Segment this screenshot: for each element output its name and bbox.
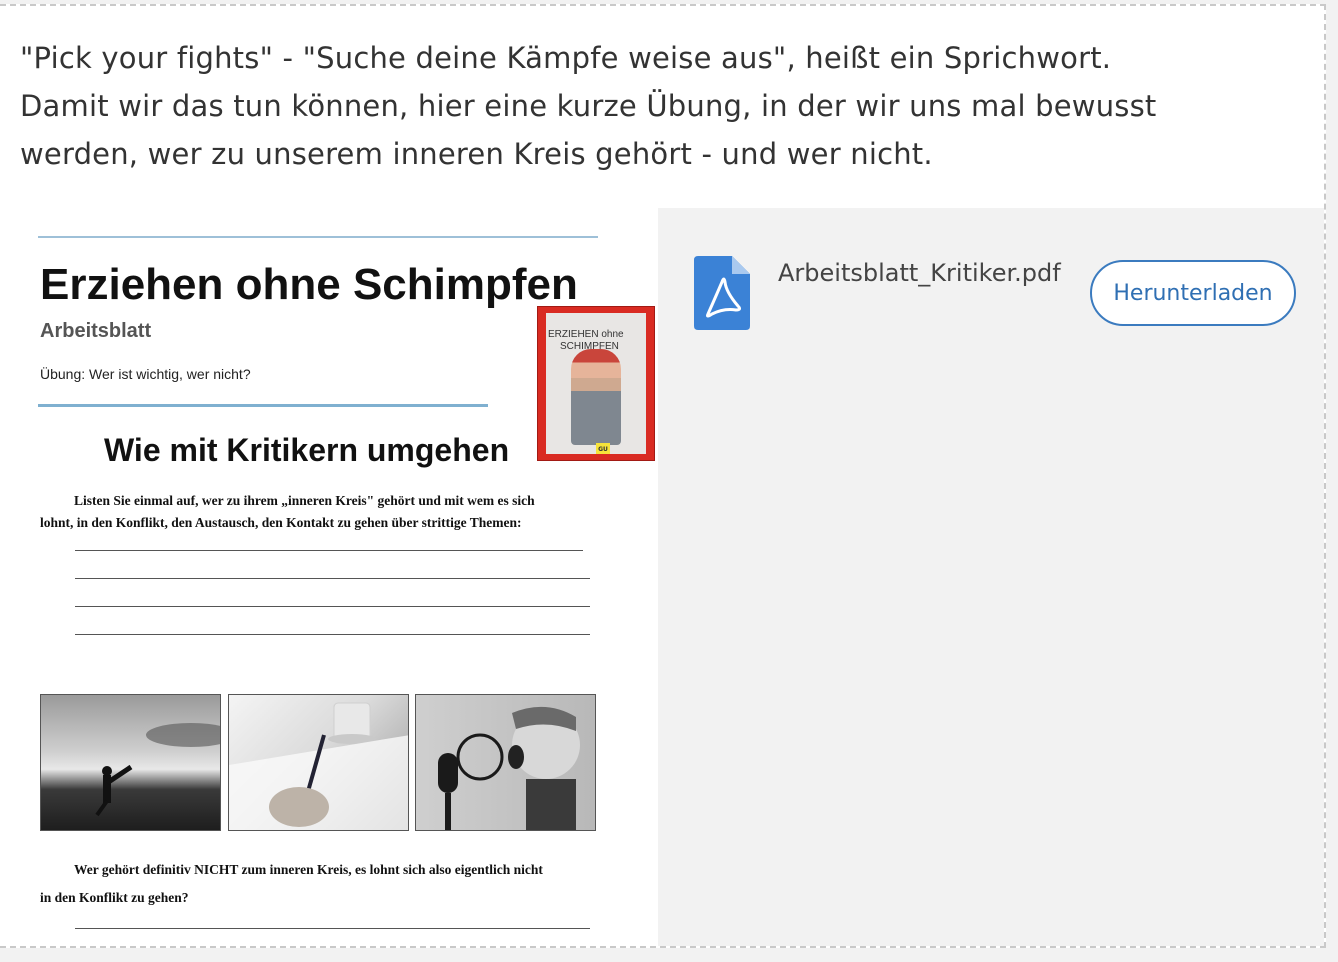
photo-martial-arts-art xyxy=(95,723,220,817)
paragraph-line: Wer gehört definitiv NICHT zum inneren K… xyxy=(74,862,543,877)
photo-writing xyxy=(228,694,409,831)
answer-line xyxy=(75,578,590,579)
download-button[interactable]: Herunterladen xyxy=(1090,260,1296,326)
intro-text: "Pick your fights" - "Suche deine Kämpfe… xyxy=(20,34,1310,178)
answer-line xyxy=(75,928,590,929)
paragraph-line: lohnt, in den Konflikt, den Austausch, d… xyxy=(40,515,522,530)
answer-line xyxy=(75,606,590,607)
answer-line xyxy=(75,550,583,551)
pdf-file-icon xyxy=(694,256,750,330)
photo-shouting-boy-art xyxy=(438,706,580,830)
divider xyxy=(38,236,598,238)
download-panel: Arbeitsblatt_Kritiker.pdf Herunterladen xyxy=(658,208,1324,946)
document-task: Übung: Wer ist wichtig, wer nicht? xyxy=(40,366,251,382)
paragraph-line: Listen Sie einmal auf, wer zu ihrem „inn… xyxy=(74,493,535,508)
document-paragraph: Wer gehört definitiv NICHT zum inneren K… xyxy=(40,856,610,912)
pdf-preview[interactable]: Erziehen ohne Schimpfen Arbeitsblatt Übu… xyxy=(0,208,658,946)
answer-line xyxy=(75,634,590,635)
intro-line: Damit wir das tun können, hier eine kurz… xyxy=(20,89,1157,123)
divider xyxy=(38,404,488,407)
photo-shouting-boy xyxy=(415,694,596,831)
book-cover-art: ERZIEHEN ohne SCHIMPFEN GU xyxy=(546,313,646,454)
paragraph-line: in den Konflikt zu gehen? xyxy=(40,890,189,905)
photo-writing-art xyxy=(229,702,408,830)
document-title: Erziehen ohne Schimpfen xyxy=(40,260,578,309)
attachment-filename: Arbeitsblatt_Kritiker.pdf xyxy=(778,259,1061,287)
document-heading: Wie mit Kritikern umgehen xyxy=(104,432,510,468)
photo-martial-arts xyxy=(40,694,221,831)
intro-line: "Pick your fights" - "Suche deine Kämpfe… xyxy=(20,41,1112,75)
publisher-logo: GU xyxy=(596,443,610,454)
book-photo xyxy=(571,349,621,445)
book-title-line: ERZIEHEN ohne xyxy=(548,329,624,340)
document-subtitle: Arbeitsblatt xyxy=(40,320,152,342)
book-cover-image: ERZIEHEN ohne SCHIMPFEN GU xyxy=(537,306,655,461)
document-paragraph: Listen Sie einmal auf, wer zu ihrem „inn… xyxy=(40,490,600,534)
intro-line: werden, wer zu unserem inneren Kreis geh… xyxy=(20,137,933,171)
